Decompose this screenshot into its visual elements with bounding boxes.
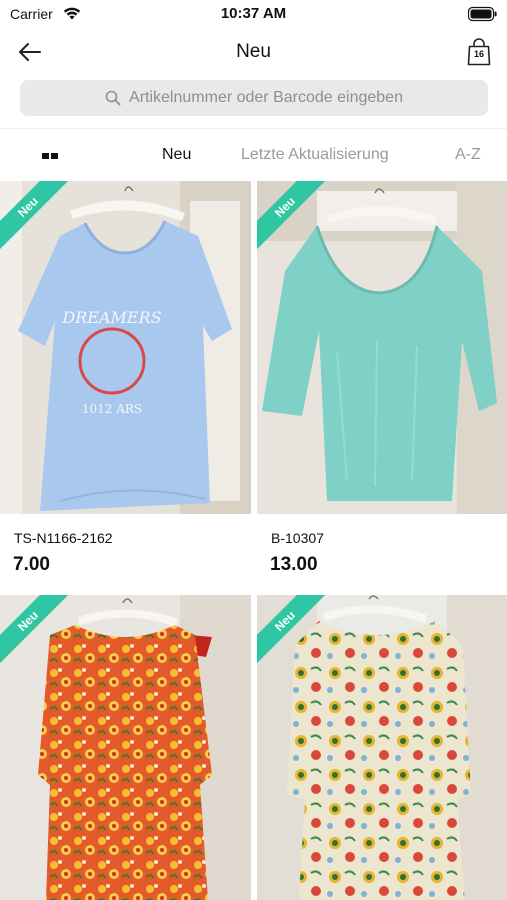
status-time: 10:37 AM: [220, 5, 287, 22]
tab-letzte-aktualisierung[interactable]: Letzte Aktualisierung: [241, 146, 389, 164]
cart-count-badge: 16: [473, 49, 484, 59]
back-button[interactable]: [14, 38, 46, 66]
battery-icon: [468, 6, 497, 22]
search-placeholder: Artikelnummer oder Barcode eingeben: [129, 89, 403, 106]
tab-a-z[interactable]: A-Z: [455, 146, 481, 164]
product-card[interactable]: DREAMERS 1012 ARS Neu TS-N1166-2162 7.00: [0, 181, 251, 591]
tab-neu[interactable]: Neu: [162, 146, 191, 164]
sort-bar: Neu Letzte Aktualisierung A-Z: [0, 129, 507, 181]
arrow-left-icon: [19, 43, 41, 61]
product-price: 13.00: [270, 554, 318, 575]
svg-text:1012 ARS: 1012 ARS: [82, 402, 142, 416]
new-badge: Neu: [0, 181, 70, 250]
product-image[interactable]: Neu: [0, 595, 251, 900]
product-card[interactable]: Neu: [257, 595, 507, 900]
product-price: 7.00: [13, 554, 50, 575]
product-card[interactable]: Neu: [0, 595, 251, 900]
product-image[interactable]: DREAMERS 1012 ARS Neu: [0, 181, 251, 514]
svg-text:DREAMERS: DREAMERS: [61, 308, 161, 327]
new-badge: Neu: [257, 595, 327, 664]
page-title: Neu: [236, 41, 271, 62]
new-badge: Neu: [257, 181, 327, 250]
grid-icon: [51, 153, 58, 159]
new-badge: Neu: [0, 595, 70, 664]
status-bar: Carrier 10:37 AM: [0, 0, 507, 28]
search-bar: Artikelnummer oder Barcode eingeben: [0, 76, 507, 128]
search-input[interactable]: Artikelnummer oder Barcode eingeben: [20, 80, 488, 116]
product-card[interactable]: Neu B-10307 13.00: [257, 181, 507, 591]
search-icon: [105, 90, 121, 106]
cart-button[interactable]: 16: [465, 37, 493, 67]
product-image[interactable]: Neu: [257, 181, 507, 514]
navigation-bar: Neu 16: [0, 28, 507, 76]
product-image[interactable]: Neu: [257, 595, 507, 900]
product-sku: B-10307: [271, 530, 324, 546]
grid-view-toggle[interactable]: [36, 145, 64, 167]
grid-icon: [42, 153, 49, 159]
product-sku: TS-N1166-2162: [14, 530, 113, 546]
